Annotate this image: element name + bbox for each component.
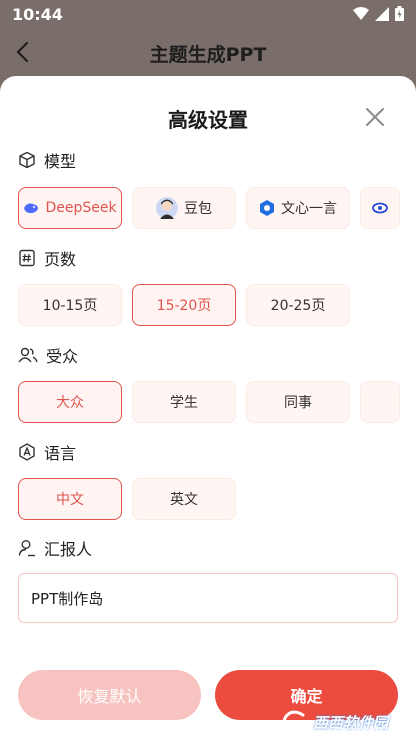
doubao-avatar-icon: [156, 197, 178, 219]
app-header: 主题生成PPT: [0, 30, 416, 76]
model-section-label: 模型: [18, 148, 76, 172]
language-label: 语言: [44, 444, 77, 463]
reset-defaults-button[interactable]: 恢复默认: [18, 670, 201, 720]
status-icons: [353, 6, 404, 21]
language-option-chinese[interactable]: 中文: [18, 478, 122, 520]
audience-label: 受众: [46, 347, 79, 366]
model-option-label: 文心一言: [281, 201, 337, 217]
user-edit-icon: [18, 540, 35, 557]
deepseek-logo-icon: [24, 203, 39, 214]
language-option-english[interactable]: 英文: [132, 478, 236, 520]
audience-option-colleagues[interactable]: 同事: [246, 381, 350, 423]
audience-section-label: 受众: [18, 343, 78, 367]
model-logo-icon: [372, 202, 388, 214]
reporter-section-label: 汇报人: [18, 536, 92, 560]
model-option-deepseek[interactable]: DeepSeek: [18, 187, 122, 229]
advanced-settings-sheet: 高级设置 模型 DeepSeek 豆包 文心一言 页数 10-15页 15-20…: [0, 76, 416, 740]
pages-option-10-15[interactable]: 10-15页: [18, 284, 122, 326]
audience-option-more[interactable]: [360, 381, 400, 423]
reporter-input[interactable]: [18, 573, 398, 623]
model-option-label: 豆包: [184, 201, 212, 217]
language-a-icon: [19, 443, 35, 461]
reporter-label: 汇报人: [44, 540, 93, 559]
model-option-label: DeepSeek: [45, 200, 117, 216]
model-label: 模型: [44, 152, 77, 171]
language-options: 中文 英文: [18, 478, 236, 520]
wenxin-logo-icon: [260, 200, 274, 216]
wifi-icon: [353, 6, 369, 20]
watermark: 西西软件园 CR173.COM: [281, 710, 388, 736]
pages-option-20-25[interactable]: 20-25页: [246, 284, 350, 326]
status-time: 10:44: [12, 5, 63, 24]
cube-icon: [19, 151, 35, 169]
pages-section-label: 页数: [18, 246, 76, 270]
pages-label: 页数: [44, 250, 77, 269]
watermark-logo-icon: [282, 710, 309, 732]
watermark-sub: CR173.COM: [334, 727, 382, 736]
users-icon: [18, 347, 38, 363]
page-title: 主题生成PPT: [149, 44, 267, 66]
audience-options: 大众 学生 同事: [18, 381, 400, 423]
model-options: DeepSeek 豆包 文心一言: [18, 187, 400, 229]
close-icon[interactable]: [364, 106, 386, 128]
model-option-doubao[interactable]: 豆包: [132, 187, 236, 229]
hash-page-icon: [19, 249, 35, 267]
model-option-more[interactable]: [360, 187, 400, 229]
pages-option-15-20[interactable]: 15-20页: [132, 284, 236, 326]
status-bar: 10:44: [0, 0, 416, 30]
pages-options: 10-15页 15-20页 20-25页: [18, 284, 350, 326]
signal-icon: [375, 6, 389, 21]
language-section-label: 语言: [18, 440, 76, 464]
sheet-title: 高级设置: [168, 108, 248, 132]
battery-icon: [395, 6, 404, 21]
audience-option-public[interactable]: 大众: [18, 381, 122, 423]
model-option-wenxin[interactable]: 文心一言: [246, 187, 350, 229]
audience-option-students[interactable]: 学生: [132, 381, 236, 423]
